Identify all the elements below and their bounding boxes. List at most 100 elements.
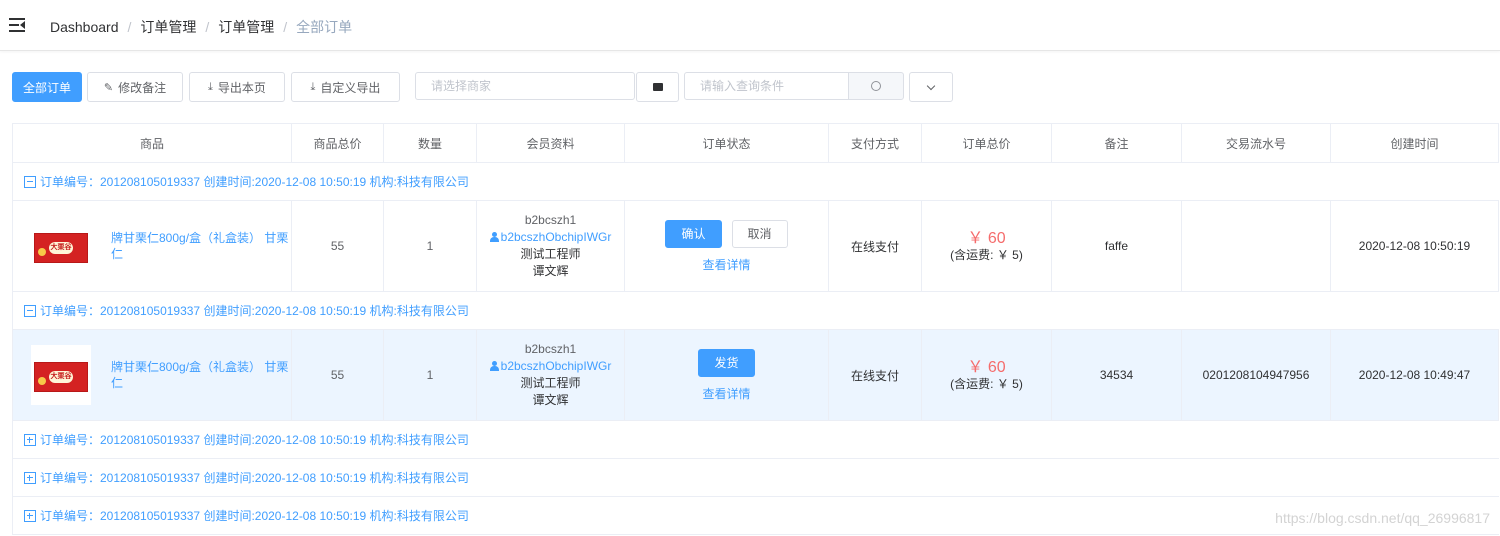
expand-filter-button[interactable] [909,72,953,102]
product-box-label: 大栗谷 [49,242,73,254]
menu-toggle-icon[interactable] [9,18,25,32]
edit-note-button[interactable]: ✎ 修改备注 [87,72,183,102]
collapse-icon[interactable] [24,175,36,188]
orders-table: 商品 商品总价 数量 会员资料 订单状态 支付方式 订单总价 备注 交易流水号 … [12,123,1499,535]
cancel-button[interactable]: 取消 [731,219,788,248]
product-cell: 大栗谷 牌甘栗仁800g/盒（礼盒装） 甘栗仁 [13,330,292,420]
txn-cell [1182,201,1331,291]
export-page-label: 导出本页 [217,80,266,95]
table-header: 商品 商品总价 数量 会员资料 订单状态 支付方式 订单总价 备注 交易流水号 … [13,124,1499,163]
product-total-cell: 55 [292,201,384,291]
order-group-label: 订单编号：201208105019337 创建时间:2020-12-08 10:… [40,433,469,447]
member-title: 测试工程师 [520,247,581,261]
merchant-picker-button[interactable] [636,72,679,102]
edit-note-label: 修改备注 [118,80,167,95]
breadcrumb-order-mgmt-sub[interactable]: 订单管理 [218,19,274,35]
order-group-row: 订单编号：201208105019337 创建时间:2020-12-08 10:… [13,292,1499,330]
confirm-button[interactable]: 确认 [665,219,722,248]
col-status: 订单状态 [625,124,829,162]
all-orders-button[interactable]: 全部订单 [12,72,82,102]
download-icon: ⤓ [208,80,213,93]
collapse-icon[interactable] [24,304,36,317]
all-orders-label: 全部订单 [22,80,71,95]
order-group-row: 订单编号：201208105019337 创建时间:2020-12-08 10:… [13,459,1499,497]
col-product-total: 商品总价 [292,124,384,162]
query-placeholder: 请输入查询条件 [700,79,785,93]
member-cell: b2bcszh1 b2bcszhObchipIWGr 测试工程师 谭文辉 [477,201,625,291]
qty-cell: 1 [384,201,477,291]
order-group-label: 订单编号：201208105019337 创建时间:2020-12-08 10:… [40,471,469,485]
status-cell: 确认 取消 查看详情 [625,201,829,291]
merchant-placeholder: 请选择商家 [431,79,492,93]
breadcrumb-dashboard[interactable]: Dashboard [50,19,119,35]
created-cell: 2020-12-08 10:50:19 [1331,201,1499,291]
product-link[interactable]: 牌甘栗仁800g/盒（礼盒装） 甘栗仁 [111,359,291,391]
order-group-label: 订单编号：201208105019337 创建时间:2020-12-08 10:… [40,304,469,318]
member-name: 谭文辉 [532,393,569,407]
product-box-label: 大栗谷 [49,371,73,383]
col-note: 备注 [1052,124,1182,162]
status-cell: 发货 查看详情 [625,330,829,420]
table-row: 大栗谷 牌甘栗仁800g/盒（礼盒装） 甘栗仁 55 1 b2bcszh1 b2… [13,330,1499,421]
note-cell: faffe [1052,201,1182,291]
expand-icon[interactable] [24,471,36,484]
order-group-row: 订单编号：201208105019337 创建时间:2020-12-08 10:… [13,421,1499,459]
shipping-fee: (含运费: ￥ 5) [950,247,1023,262]
breadcrumb-order-mgmt[interactable]: 订单管理 [140,19,196,35]
query-input[interactable]: 请输入查询条件 [684,72,849,100]
order-price: ￥ 60 [967,229,1006,247]
user-icon [489,232,499,242]
qty-cell: 1 [384,330,477,420]
member-username: b2bcszh1 [524,342,577,356]
expand-icon[interactable] [24,433,36,446]
download-icon: ⤓ [310,80,316,93]
view-detail-link[interactable]: 查看详情 [702,385,750,402]
payment-cell: 在线支付 [829,201,922,291]
member-username: b2bcszh1 [524,213,577,227]
member-link[interactable]: b2bcszhObchipIWGr [489,358,611,375]
view-detail-link[interactable]: 查看详情 [702,256,750,273]
custom-export-button[interactable]: ⤓ 自定义导出 [291,72,400,102]
col-payment: 支付方式 [829,124,922,162]
export-page-button[interactable]: ⤓ 导出本页 [189,72,285,102]
product-link[interactable]: 牌甘栗仁800g/盒（礼盒装） 甘栗仁 [111,230,291,262]
order-group-label: 订单编号：201208105019337 创建时间:2020-12-08 10:… [40,509,469,523]
col-product: 商品 [13,124,292,162]
ship-button[interactable]: 发货 [698,348,755,377]
user-icon [489,361,499,371]
member-name: 谭文辉 [532,264,569,278]
payment-cell: 在线支付 [829,330,922,420]
watermark: https://blog.csdn.net/qq_26996817 [1275,510,1490,526]
merchant-select[interactable]: 请选择商家 [415,72,635,100]
col-created: 创建时间 [1331,124,1499,162]
col-order-total: 订单总价 [922,124,1052,162]
table-row: 大栗谷 牌甘栗仁800g/盒（礼盒装） 甘栗仁 55 1 b2bcszh1 b2… [13,201,1499,292]
col-qty: 数量 [384,124,477,162]
txn-cell: 0201208104947956 [1182,330,1331,420]
created-cell: 2020-12-08 10:49:47 [1331,330,1499,420]
col-txn: 交易流水号 [1182,124,1331,162]
member-title: 测试工程师 [520,376,581,390]
order-total-cell: ￥ 60 (含运费: ￥ 5) [922,330,1052,420]
search-button[interactable] [848,72,904,100]
order-price: ￥ 60 [967,358,1006,376]
top-bar: Dashboard / 订单管理 / 订单管理 / 全部订单 [0,0,1500,51]
order-group-label: 订单编号：201208105019337 创建时间:2020-12-08 10:… [40,175,469,189]
product-image[interactable]: 大栗谷 [31,345,91,405]
custom-export-label: 自定义导出 [320,80,381,95]
toolbar: 全部订单 ✎ 修改备注 ⤓ 导出本页 ⤓ 自定义导出 请选择商家 请输入查询条件 [12,72,972,102]
expand-icon[interactable] [24,509,36,522]
member-link-label: b2bcszhObchipIWGr [500,230,612,244]
chevron-down-icon [926,81,936,90]
col-member: 会员资料 [477,124,625,162]
shipping-fee: (含运费: ￥ 5) [950,376,1023,391]
breadcrumb-all-orders: 全部订单 [296,19,353,35]
product-image[interactable]: 大栗谷 [31,216,91,276]
product-cell: 大栗谷 牌甘栗仁800g/盒（礼盒装） 甘栗仁 [13,201,292,291]
member-link[interactable]: b2bcszhObchipIWGr [489,229,612,246]
order-group-row: 订单编号：201208105019337 创建时间:2020-12-08 10:… [13,163,1499,201]
order-total-cell: ￥ 60 (含运费: ￥ 5) [922,201,1052,291]
edit-icon: ✎ [103,81,114,94]
search-icon [871,81,881,91]
store-icon [652,83,663,91]
